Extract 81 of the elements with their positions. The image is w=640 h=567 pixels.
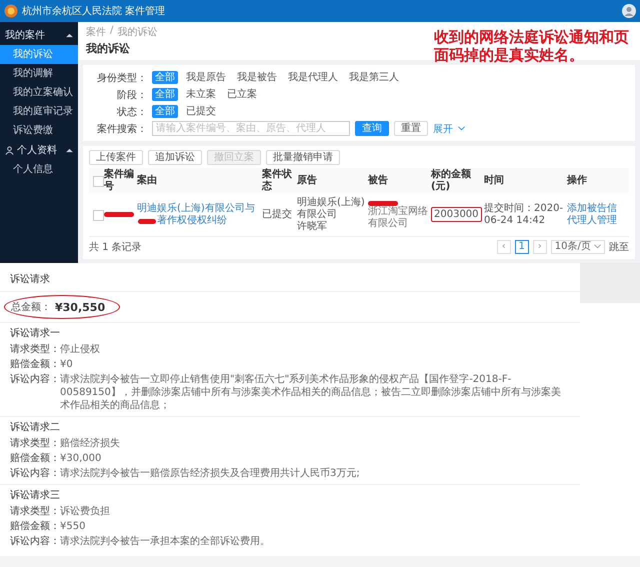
page-size-select[interactable]: 10条/页 <box>550 240 605 254</box>
chevron-down-icon <box>458 126 465 131</box>
column-header: 时间 <box>484 175 505 187</box>
sidebar-item[interactable]: 我的庭审记录 <box>0 102 78 121</box>
caret-icon <box>66 32 73 38</box>
column-header: 被告 <box>368 175 389 187</box>
table-action-button[interactable]: 批量撤销申请 <box>266 150 340 165</box>
sidebar-item[interactable]: 我的调解 <box>0 64 78 83</box>
filter-label: 身份类型： <box>96 72 147 84</box>
jump-label: 跳至 <box>609 240 629 254</box>
column-header: 操作 <box>567 175 588 187</box>
filter-label: 案件搜索： <box>96 122 147 136</box>
field-label: 赔偿金额： <box>10 358 60 371</box>
caret-icon <box>66 148 73 152</box>
table-cell-text: 明迪娱乐(上海)有限公司 <box>297 197 366 220</box>
field-label: 赔偿金额： <box>10 452 60 465</box>
column-header: 案由 <box>137 175 158 187</box>
app-title: 杭州市余杭区人民法院 案件管理 <box>22 4 166 18</box>
record-count: 共 1 条记录 <box>89 240 143 254</box>
field-label: 诉讼内容： <box>10 535 60 548</box>
table-action-button[interactable]: 上传案件 <box>89 150 143 165</box>
column-header: 标的金额(元) <box>431 169 472 193</box>
filter-label: 状态： <box>116 106 147 118</box>
reset-button[interactable]: 重置 <box>394 121 428 136</box>
case-link[interactable]: 著作权侵权纠纷 <box>157 215 227 227</box>
avatar-icon[interactable] <box>622 4 636 18</box>
field-value: 请求法院判令被告一立即停止销售使用"刺客伍六七"系列美术作品形象的侵权产品【国作登字-2018-F-00589150】，并删除涉案店铺中所有与涉案美术作品相关的商品信息；被告二立即删除涉案店铺中所有与涉案美术作品相关的商品信息； <box>60 373 562 412</box>
checkbox[interactable] <box>93 210 104 220</box>
claim-title: 诉讼请求二 <box>10 420 61 435</box>
operation-link[interactable]: 代理人管理 <box>567 215 619 227</box>
filter-option[interactable]: 我是代理人 <box>285 71 341 84</box>
field-label: 诉讼内容： <box>10 467 60 480</box>
table-cell: 提交时间：2020-06-24 14:42 <box>484 203 564 226</box>
total-amount: ¥30,550 <box>55 300 106 314</box>
column-header: 案件状态 <box>262 169 293 193</box>
sidebar-item[interactable]: 个人信息 <box>0 160 78 179</box>
field-value: ¥30,000 <box>60 452 102 465</box>
breadcrumb-separator: / <box>110 25 114 38</box>
field-label: 赔偿金额： <box>10 520 60 533</box>
field-value: ¥550 <box>60 520 86 533</box>
court-emblem-icon <box>4 4 18 18</box>
annotation-note: 收到的网络法庭诉讼通知和页面码掉的是真实姓名。 <box>434 28 630 64</box>
claims-title: 诉讼请求 <box>0 267 580 292</box>
claim-title: 诉讼请求三 <box>10 488 61 503</box>
table-cell: 已提交 <box>262 209 292 220</box>
table-action-button[interactable]: 追加诉讼 <box>148 150 202 165</box>
person-icon <box>5 146 14 154</box>
field-value: ¥0 <box>60 358 73 371</box>
sidebar-item[interactable]: 诉讼费缴 <box>0 121 78 140</box>
field-value: 停止侵权 <box>60 343 100 356</box>
search-field[interactable]: 请输入案件编号、案由、原告、代理人 <box>152 121 350 136</box>
total-label: 总金额： <box>11 300 51 314</box>
field-label: 请求类型： <box>10 437 60 450</box>
sidebar-item[interactable]: 我的立案确认 <box>0 83 78 102</box>
operation-link[interactable]: 添加被告信 <box>567 203 619 215</box>
sidebar-group[interactable]: 我的案件 <box>0 25 78 45</box>
table-cell-text: 浙江淘宝网络有限公司 <box>368 206 429 230</box>
field-value: 请求法院判令被告一承担本案的全部诉讼费用。 <box>60 535 270 548</box>
filter-option[interactable]: 我是原告 <box>183 71 229 84</box>
filter-option[interactable]: 我是第三人 <box>346 71 402 84</box>
field-value: 诉讼费负担 <box>60 505 110 518</box>
case-link[interactable]: 明迪娱乐(上海)有限公司与 <box>137 203 255 215</box>
field-label: 请求类型： <box>10 505 60 518</box>
filter-label: 阶段： <box>116 88 147 102</box>
amount-text: 2003000 <box>431 207 482 222</box>
field-value: 请求法院判令被告一赔偿原告经济损失及合理费用共计人民币3万元; <box>60 467 360 480</box>
filter-option[interactable]: 我是被告 <box>234 71 280 84</box>
page-title: 我的诉讼 <box>86 41 130 56</box>
filter-option[interactable]: 未立案 <box>183 88 219 101</box>
field-label: 请求类型： <box>10 343 60 356</box>
checkbox[interactable] <box>93 176 104 186</box>
filter-option[interactable]: 已提交 <box>183 105 219 118</box>
field-value: 赔偿经济损失 <box>60 437 120 450</box>
chevron-down-icon <box>594 244 601 249</box>
filter-option[interactable]: 已立案 <box>224 88 260 101</box>
claim-title: 诉讼请求一 <box>10 326 61 341</box>
column-header: 案件编号 <box>104 169 135 193</box>
sidebar-group[interactable]: 个人资料 <box>0 140 78 160</box>
field-label: 诉讼内容： <box>10 373 60 387</box>
column-header: 原告 <box>297 175 318 187</box>
table-cell-text: 许晓军 <box>297 221 328 233</box>
